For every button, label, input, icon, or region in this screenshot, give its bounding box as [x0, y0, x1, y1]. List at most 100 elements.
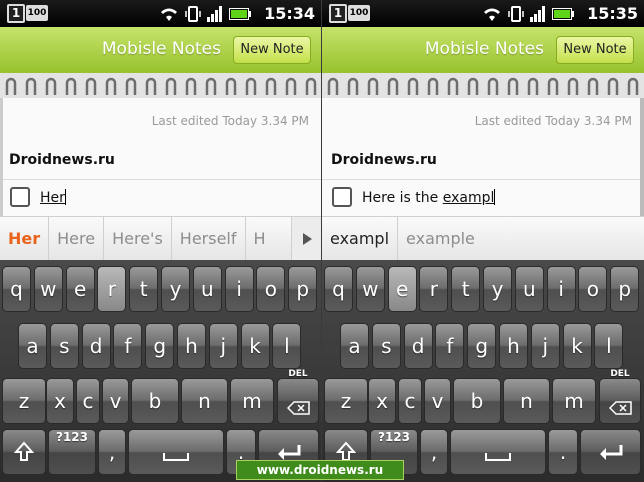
scrollbar[interactable]	[640, 98, 644, 216]
space-key[interactable]	[128, 429, 224, 475]
key-n[interactable]: n	[503, 378, 550, 424]
key-r[interactable]: r	[419, 266, 449, 312]
key-m[interactable]: m	[552, 378, 596, 424]
delete-key[interactable]: DEL	[599, 369, 641, 424]
key-v[interactable]: v	[424, 378, 451, 424]
key-m[interactable]: m	[230, 378, 274, 424]
key-g[interactable]: g	[145, 323, 175, 369]
item-checkbox[interactable]	[10, 187, 30, 207]
more-suggestions-icon[interactable]	[291, 217, 321, 261]
key-k[interactable]: k	[562, 323, 592, 369]
key-c[interactable]: c	[398, 378, 422, 424]
battery-percent-badge: 100	[26, 5, 48, 21]
note-item-text[interactable]: Her	[40, 189, 66, 206]
suggestion-item[interactable]: H	[246, 217, 274, 261]
suggestion-item[interactable]: Here	[49, 216, 105, 261]
key-u[interactable]: u	[192, 266, 222, 312]
key-i[interactable]: i	[546, 266, 576, 312]
suggestion-item[interactable]: exampl	[322, 216, 399, 261]
suggestion-item[interactable]: Herself	[172, 216, 246, 261]
delete-label: DEL	[288, 369, 308, 379]
wifi-icon	[161, 8, 177, 21]
key-q[interactable]: q	[324, 266, 353, 312]
status-bar: 1 100 15:35	[322, 0, 644, 27]
key-p[interactable]: p	[610, 266, 640, 312]
item-checkbox[interactable]	[332, 187, 352, 207]
key-o[interactable]: o	[578, 266, 608, 312]
key-h[interactable]: h	[499, 323, 528, 369]
comma-key[interactable]: ,	[420, 429, 448, 475]
key-o[interactable]: o	[256, 266, 286, 312]
wifi-icon	[484, 8, 500, 21]
note-title[interactable]: Droidnews.ru	[9, 152, 115, 168]
key-c[interactable]: c	[76, 378, 100, 424]
shift-key[interactable]	[2, 429, 46, 475]
key-y[interactable]: y	[161, 266, 190, 312]
key-f[interactable]: f	[113, 323, 143, 369]
suggestion-item[interactable]: Her	[0, 216, 50, 261]
key-d[interactable]: d	[81, 323, 111, 369]
key-y[interactable]: y	[483, 266, 512, 312]
key-f[interactable]: f	[435, 323, 465, 369]
key-h[interactable]: h	[177, 323, 206, 369]
key-e[interactable]: e	[65, 266, 95, 312]
key-g[interactable]: g	[467, 323, 497, 369]
new-note-button[interactable]: New Note	[556, 36, 634, 64]
scrollbar[interactable]	[0, 98, 3, 216]
key-p[interactable]: p	[288, 266, 318, 312]
key-w[interactable]: w	[33, 266, 63, 312]
key-l[interactable]: l	[594, 323, 624, 369]
key-j[interactable]: j	[208, 323, 238, 369]
signal-icon	[207, 6, 222, 22]
key-v[interactable]: v	[102, 378, 129, 424]
line-separator	[322, 179, 644, 180]
status-bar: 1 100 15:34	[0, 0, 321, 27]
key-r[interactable]: r	[97, 266, 127, 312]
key-b[interactable]: b	[453, 378, 501, 424]
clock: 15:34	[264, 4, 315, 23]
delete-key[interactable]: DEL	[277, 369, 319, 424]
key-t[interactable]: t	[451, 266, 481, 312]
text-cursor	[494, 189, 496, 205]
key-j[interactable]: j	[530, 323, 560, 369]
key-s[interactable]: s	[371, 323, 401, 369]
suggestion-item[interactable]: Here's	[104, 216, 172, 261]
backspace-icon	[609, 401, 632, 415]
key-z[interactable]: z	[324, 378, 368, 424]
app-title: Mobisle Notes	[101, 39, 221, 59]
key-t[interactable]: t	[129, 266, 159, 312]
key-x[interactable]: x	[368, 378, 396, 424]
key-x[interactable]: x	[46, 378, 74, 424]
note-title[interactable]: Droidnews.ru	[331, 152, 437, 168]
suggestion-item[interactable]: example	[398, 217, 483, 261]
key-i[interactable]: i	[224, 266, 254, 312]
key-a[interactable]: a	[18, 323, 47, 369]
key-e[interactable]: e	[387, 266, 417, 312]
key-q[interactable]: q	[2, 266, 31, 312]
symbols-key[interactable]: ?123	[48, 429, 96, 475]
key-z[interactable]: z	[2, 378, 46, 424]
note-item-text[interactable]: Here is the exampl	[362, 189, 496, 206]
key-d[interactable]: d	[403, 323, 433, 369]
key-u[interactable]: u	[514, 266, 544, 312]
key-w[interactable]: w	[355, 266, 385, 312]
key-n[interactable]: n	[181, 378, 228, 424]
comma-key[interactable]: ,	[98, 429, 126, 475]
key-k[interactable]: k	[240, 323, 270, 369]
space-key[interactable]	[450, 429, 546, 475]
new-note-button[interactable]: New Note	[233, 36, 311, 64]
suggestion-strip: Her Here Here's Herself H	[0, 216, 321, 261]
note-paper: Last edited Today 3.34 PM Droidnews.ru H…	[322, 98, 644, 216]
key-b[interactable]: b	[131, 378, 179, 424]
shift-icon	[13, 441, 35, 461]
app-header: Mobisle Notes New Note	[322, 27, 644, 73]
enter-icon	[599, 445, 622, 460]
period-key[interactable]: .	[548, 429, 578, 475]
calendar-notification-icon: 1	[7, 4, 25, 23]
clock: 15:35	[587, 4, 638, 23]
line-separator	[0, 179, 321, 180]
key-a[interactable]: a	[340, 323, 369, 369]
enter-key[interactable]	[580, 429, 641, 475]
key-s[interactable]: s	[49, 323, 79, 369]
key-l[interactable]: l	[272, 323, 302, 369]
